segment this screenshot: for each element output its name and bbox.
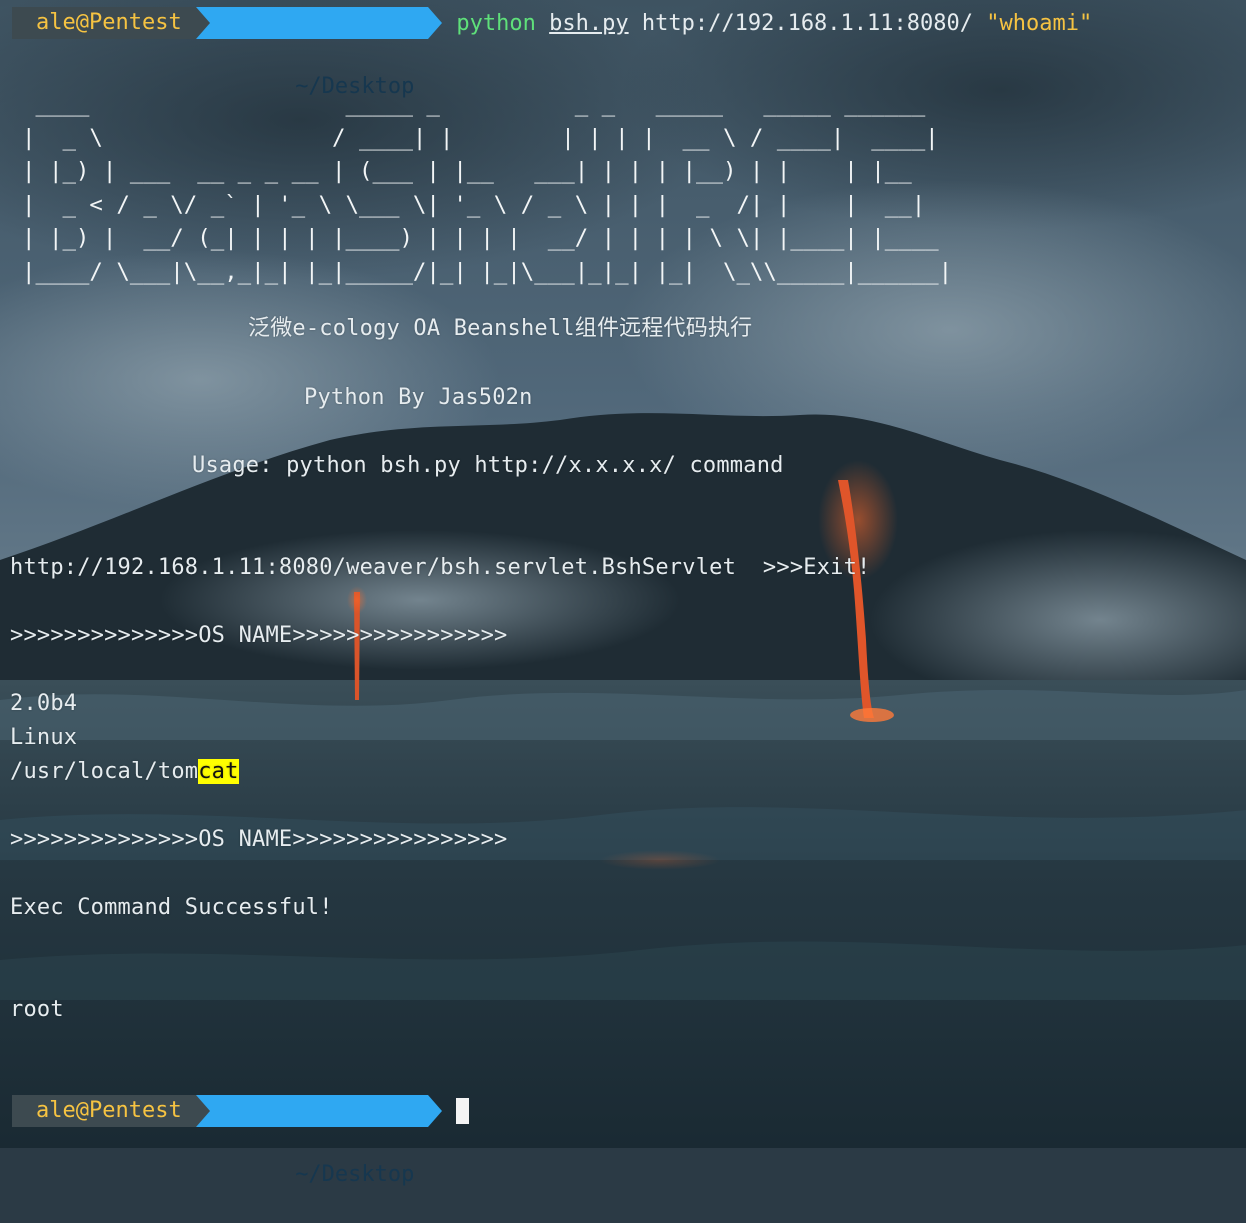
output-result: root xyxy=(10,997,64,1022)
output-target-line: http://192.168.1.11:8080/weaver/bsh.serv… xyxy=(10,555,871,580)
prompt-directory-segment: ~/Desktop xyxy=(195,7,429,99)
command-script: bsh.py xyxy=(549,10,629,36)
command-program: python xyxy=(456,10,536,36)
output-path: /usr/local/tomcat xyxy=(10,757,239,787)
banner-usage: Usage: python bsh.py http://x.x.x.x/ com… xyxy=(192,453,784,478)
command-text: python bsh.py http://192.168.1.11:8080/ … xyxy=(456,11,1092,36)
prompt-directory: ~/Desktop xyxy=(295,1162,415,1187)
terminal-window[interactable]: ale@Pentest ~/Desktop python bsh.py http… xyxy=(0,0,1246,1187)
output-separator-1: >>>>>>>>>>>>>>OS NAME>>>>>>>>>>>>>>>> xyxy=(10,623,508,648)
prompt-directory-segment: ~/Desktop xyxy=(195,1095,429,1187)
prompt-user-host: ale@Pentest xyxy=(12,1095,196,1127)
command-url: http://192.168.1.11:8080/ xyxy=(641,10,974,36)
prompt-end-arrow xyxy=(428,7,443,39)
prompt-end-arrow xyxy=(428,1095,443,1127)
prompt-separator-arrow xyxy=(195,1095,210,1127)
output-os: Linux xyxy=(10,725,78,750)
prompt-user-host: ale@Pentest xyxy=(12,7,196,39)
output-status: Exec Command Successful! xyxy=(10,895,333,920)
prompt-line-top: ale@Pentest ~/Desktop python bsh.py http… xyxy=(12,7,1092,99)
banner-author: Python By Jas502n xyxy=(304,385,533,410)
prompt-separator-arrow xyxy=(195,7,210,39)
prompt-line-bottom[interactable]: ale@Pentest ~/Desktop xyxy=(12,1095,470,1187)
output-version: 2.0b4 xyxy=(10,691,78,716)
command-argument: "whoami" xyxy=(986,10,1093,36)
search-highlight-match: cat xyxy=(198,759,239,784)
output-separator-2: >>>>>>>>>>>>>>OS NAME>>>>>>>>>>>>>>>> xyxy=(10,827,508,852)
banner-subtitle: 泛微e-cology OA Beanshell组件远程代码执行 xyxy=(248,316,753,341)
banner-ascii-art: ____ _____ _ _ _ _____ _____ ______ | _ … xyxy=(22,91,953,285)
output-path-prefix: /usr/local/tom xyxy=(10,759,199,784)
terminal-cursor[interactable] xyxy=(456,1098,470,1124)
